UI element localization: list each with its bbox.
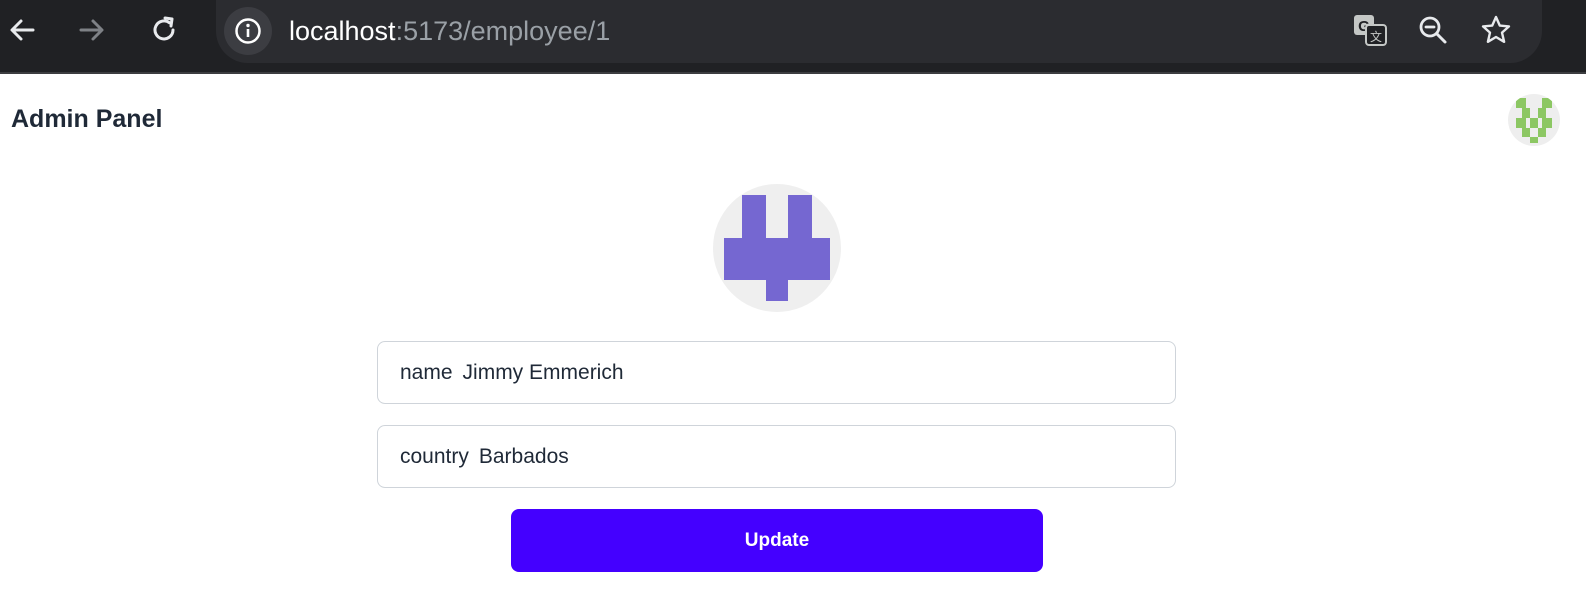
- browser-toolbar: localhost:5173/employee/1 G 文: [0, 0, 1586, 74]
- url-text[interactable]: localhost:5173/employee/1: [289, 14, 610, 48]
- url-path: :5173/employee/1: [395, 16, 611, 46]
- name-value: Jimmy Emmerich: [462, 360, 624, 384]
- user-avatar[interactable]: [1508, 94, 1560, 146]
- country-label: country: [400, 444, 469, 468]
- zoom-out-icon[interactable]: [1413, 10, 1453, 50]
- reload-icon[interactable]: [144, 10, 184, 50]
- forward-arrow-icon[interactable]: [72, 10, 112, 50]
- translate-icon[interactable]: G 文: [1350, 10, 1390, 50]
- country-value: Barbados: [478, 444, 569, 468]
- svg-text:文: 文: [1370, 29, 1382, 44]
- info-icon[interactable]: [224, 7, 272, 55]
- address-bar[interactable]: localhost:5173/employee/1: [216, 0, 1542, 63]
- employee-avatar: [713, 184, 841, 312]
- name-field[interactable]: name Jimmy Emmerich: [377, 341, 1176, 404]
- identicon-large: [724, 195, 830, 301]
- url-host: localhost: [289, 16, 396, 46]
- back-arrow-icon[interactable]: [2, 10, 42, 50]
- page-title: Admin Panel: [11, 105, 163, 133]
- name-label: name: [400, 360, 453, 384]
- country-field[interactable]: country Barbados: [377, 425, 1176, 488]
- update-button[interactable]: Update: [511, 509, 1043, 572]
- bookmark-star-icon[interactable]: [1476, 10, 1516, 50]
- identicon-small: [1516, 98, 1552, 143]
